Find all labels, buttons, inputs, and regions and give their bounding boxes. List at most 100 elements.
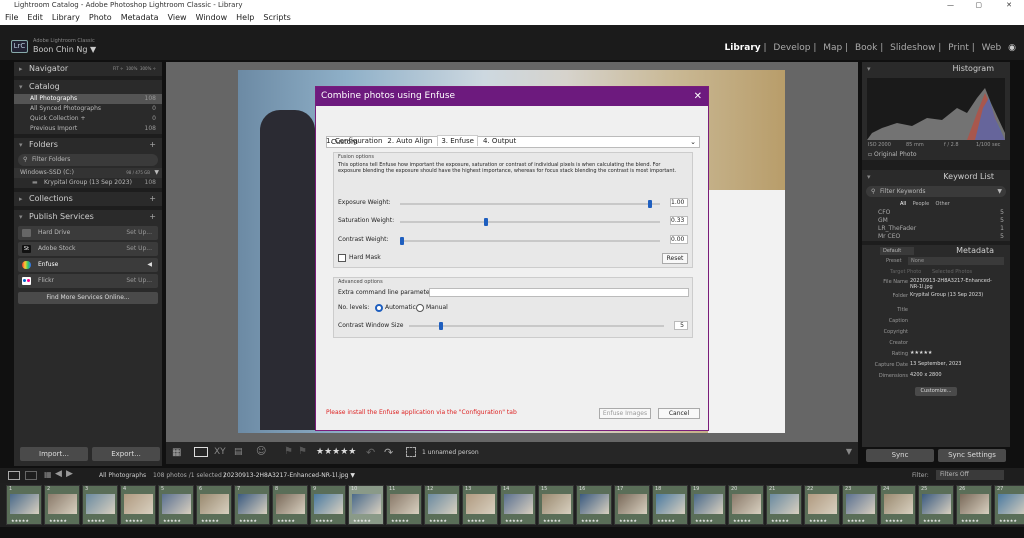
people-view-icon[interactable]: ☺ <box>256 446 266 457</box>
grid-view-icon[interactable]: ▦ <box>172 447 181 458</box>
catalog-header[interactable]: Catalog <box>14 80 162 94</box>
exposure-value[interactable]: 1.00 <box>670 198 688 207</box>
reset-button[interactable]: Reset <box>662 253 688 264</box>
loupe-view-icon[interactable] <box>194 447 208 457</box>
filmstrip-thumbnail[interactable]: 26 ★★★★★ <box>956 485 992 525</box>
saturation-slider-knob[interactable] <box>484 218 488 226</box>
metadata-field-row[interactable]: Capture Date 13 September, 2023 <box>862 361 1010 372</box>
publish-action[interactable]: Set Up... <box>126 226 152 240</box>
forward-arrow-icon[interactable]: ▶ <box>66 469 73 479</box>
cws-slider[interactable] <box>409 322 664 330</box>
customize-button[interactable]: Customize... <box>915 387 957 396</box>
compare-view-icon[interactable]: XY <box>214 447 226 457</box>
filmstrip-thumbnail[interactable]: 24 ★★★★★ <box>880 485 916 525</box>
extra-params-input[interactable] <box>429 288 689 297</box>
folder-row[interactable]: ▬ Krypital Group (13 Sep 2023) 108 <box>14 178 162 188</box>
contrast-value[interactable]: 0.00 <box>670 235 688 244</box>
filmstrip-thumbnail[interactable]: 20 ★★★★★ <box>728 485 764 525</box>
filmstrip-thumbnail[interactable]: 7 ★★★★★ <box>234 485 270 525</box>
metadata-field-row[interactable]: Copyright <box>862 328 1010 339</box>
zoom-fit[interactable]: FIT ÷ <box>113 66 124 71</box>
collections-header[interactable]: Collections + <box>14 192 162 206</box>
saturation-slider[interactable] <box>400 218 660 226</box>
add-folder-icon[interactable]: + <box>149 138 156 152</box>
filmstrip-thumbnail[interactable]: 12 ★★★★★ <box>424 485 460 525</box>
publish-action[interactable]: ◀ <box>147 258 152 272</box>
filter-keywords-input[interactable]: ⚲ Filter Keywords ▼ <box>866 186 1006 197</box>
metadata-field-value[interactable]: ★★★★★ <box>910 350 1000 356</box>
filmstrip-thumbnail[interactable]: 10 ★★★★★ <box>348 485 384 525</box>
filter-folders-input[interactable]: ⚲ Filter Folders <box>18 154 158 166</box>
hard-mask-checkbox[interactable] <box>338 254 346 262</box>
exposure-slider[interactable] <box>400 200 660 208</box>
close-icon[interactable]: ✕ <box>694 87 702 106</box>
flag-icon[interactable]: ⚑ <box>284 446 293 457</box>
module-map[interactable]: Map <box>823 43 842 53</box>
tab-configuration[interactable]: 1. Configuration <box>326 137 382 145</box>
cancel-button[interactable]: Cancel <box>658 408 700 419</box>
contrast-slider[interactable] <box>400 237 660 245</box>
catalog-item-synced[interactable]: All Synced Photographs 0 <box>14 104 162 114</box>
module-web[interactable]: Web <box>982 43 1002 53</box>
module-slideshow[interactable]: Slideshow <box>890 43 935 53</box>
publish-hard-drive[interactable]: Hard Drive Set Up... <box>18 226 158 240</box>
original-photo-toggle[interactable]: ▫ Original Photo <box>862 150 1010 160</box>
keyword-tab-other[interactable]: Other <box>936 201 950 207</box>
catalog-item-quick[interactable]: Quick Collection + 0 <box>14 114 162 124</box>
keyword-tab-all[interactable]: All <box>900 201 906 207</box>
add-publish-icon[interactable]: + <box>149 210 156 224</box>
import-button[interactable]: Import... <box>20 447 88 461</box>
rating-stars[interactable]: ★★★★★ <box>316 447 356 457</box>
zoom-300[interactable]: 300% ÷ <box>140 66 156 71</box>
metadata-view-dropdown[interactable]: Default <box>880 247 914 255</box>
metadata-field-row[interactable]: Folder Krypital Group (13 Sep 2023) <box>862 292 1010 306</box>
cws-slider-knob[interactable] <box>439 322 443 330</box>
contrast-slider-knob[interactable] <box>400 237 404 245</box>
keyword-item[interactable]: LR_TheFader 1 <box>862 225 1010 233</box>
back-arrow-icon[interactable]: ◀ <box>55 469 62 479</box>
survey-view-icon[interactable]: ▤ <box>234 447 243 457</box>
toolbar-menu-chevron-icon[interactable]: ▼ <box>846 447 852 456</box>
chevron-down-icon[interactable]: ▼ <box>154 168 159 178</box>
folders-header[interactable]: Folders + <box>14 138 162 152</box>
main-window-icon[interactable] <box>8 471 20 480</box>
exposure-slider-knob[interactable] <box>648 200 652 208</box>
metadata-field-row[interactable]: Dimensions 4200 x 2800 <box>862 372 1010 383</box>
filter-dropdown[interactable]: Filters Off <box>936 470 1004 480</box>
chevron-down-icon[interactable]: ▼ <box>997 186 1002 197</box>
metadata-field-value[interactable]: 13 September, 2023 <box>910 361 1000 367</box>
rotate-left-icon[interactable]: ↶ <box>366 446 375 459</box>
menu-window[interactable]: Window <box>196 13 228 22</box>
metadata-field-row[interactable]: Caption <box>862 317 1010 328</box>
filmstrip-thumbnail[interactable]: 27 ★★★★★ <box>994 485 1024 525</box>
filmstrip-thumbnail[interactable]: 3 ★★★★★ <box>82 485 118 525</box>
reject-flag-icon[interactable]: ⚑ <box>298 446 307 457</box>
cws-value[interactable]: 5 <box>674 321 688 330</box>
metadata-header[interactable]: Default Metadata <box>862 245 1010 257</box>
histogram-header[interactable]: Histogram <box>862 62 1010 76</box>
keyword-list-header[interactable]: Keyword List <box>862 170 1010 184</box>
catalog-item-previous[interactable]: Previous Import 108 <box>14 124 162 134</box>
metadata-field-row[interactable]: File Name 20230913-2H8A3217-Enhanced-NR-1… <box>862 278 1010 292</box>
filmstrip-thumbnail[interactable]: 4 ★★★★★ <box>120 485 156 525</box>
filmstrip-thumbnail[interactable]: 23 ★★★★★ <box>842 485 878 525</box>
filmstrip-thumbnail[interactable]: 25 ★★★★★ <box>918 485 954 525</box>
maximize-icon[interactable]: ▢ <box>975 0 982 11</box>
levels-automatic-radio[interactable] <box>375 304 383 312</box>
catalog-item-all[interactable]: All Photographs 108 <box>14 94 162 104</box>
publish-flickr[interactable]: Flickr Set Up... <box>18 274 158 288</box>
tab-auto-align[interactable]: 2. Auto Align <box>387 137 432 145</box>
target-photo-toggle[interactable]: Target Photo <box>890 268 921 276</box>
filmstrip-thumbnail[interactable]: 17 ★★★★★ <box>614 485 650 525</box>
export-button[interactable]: Export... <box>92 447 160 461</box>
rotate-right-icon[interactable]: ↷ <box>384 446 393 459</box>
module-book[interactable]: Book <box>855 43 877 53</box>
add-collection-icon[interactable]: + <box>149 192 156 206</box>
module-print[interactable]: Print <box>948 43 969 53</box>
keyword-tab-people[interactable]: People <box>913 201 930 207</box>
menu-help[interactable]: Help <box>236 13 254 22</box>
volume-row[interactable]: Windows-SSD (C:) 98 / 475 GB ▼ <box>14 168 162 178</box>
navigator-header[interactable]: Navigator FIT ÷ 100% 300% ÷ <box>14 62 162 76</box>
minimize-icon[interactable]: — <box>947 0 954 11</box>
menu-edit[interactable]: Edit <box>27 13 43 22</box>
